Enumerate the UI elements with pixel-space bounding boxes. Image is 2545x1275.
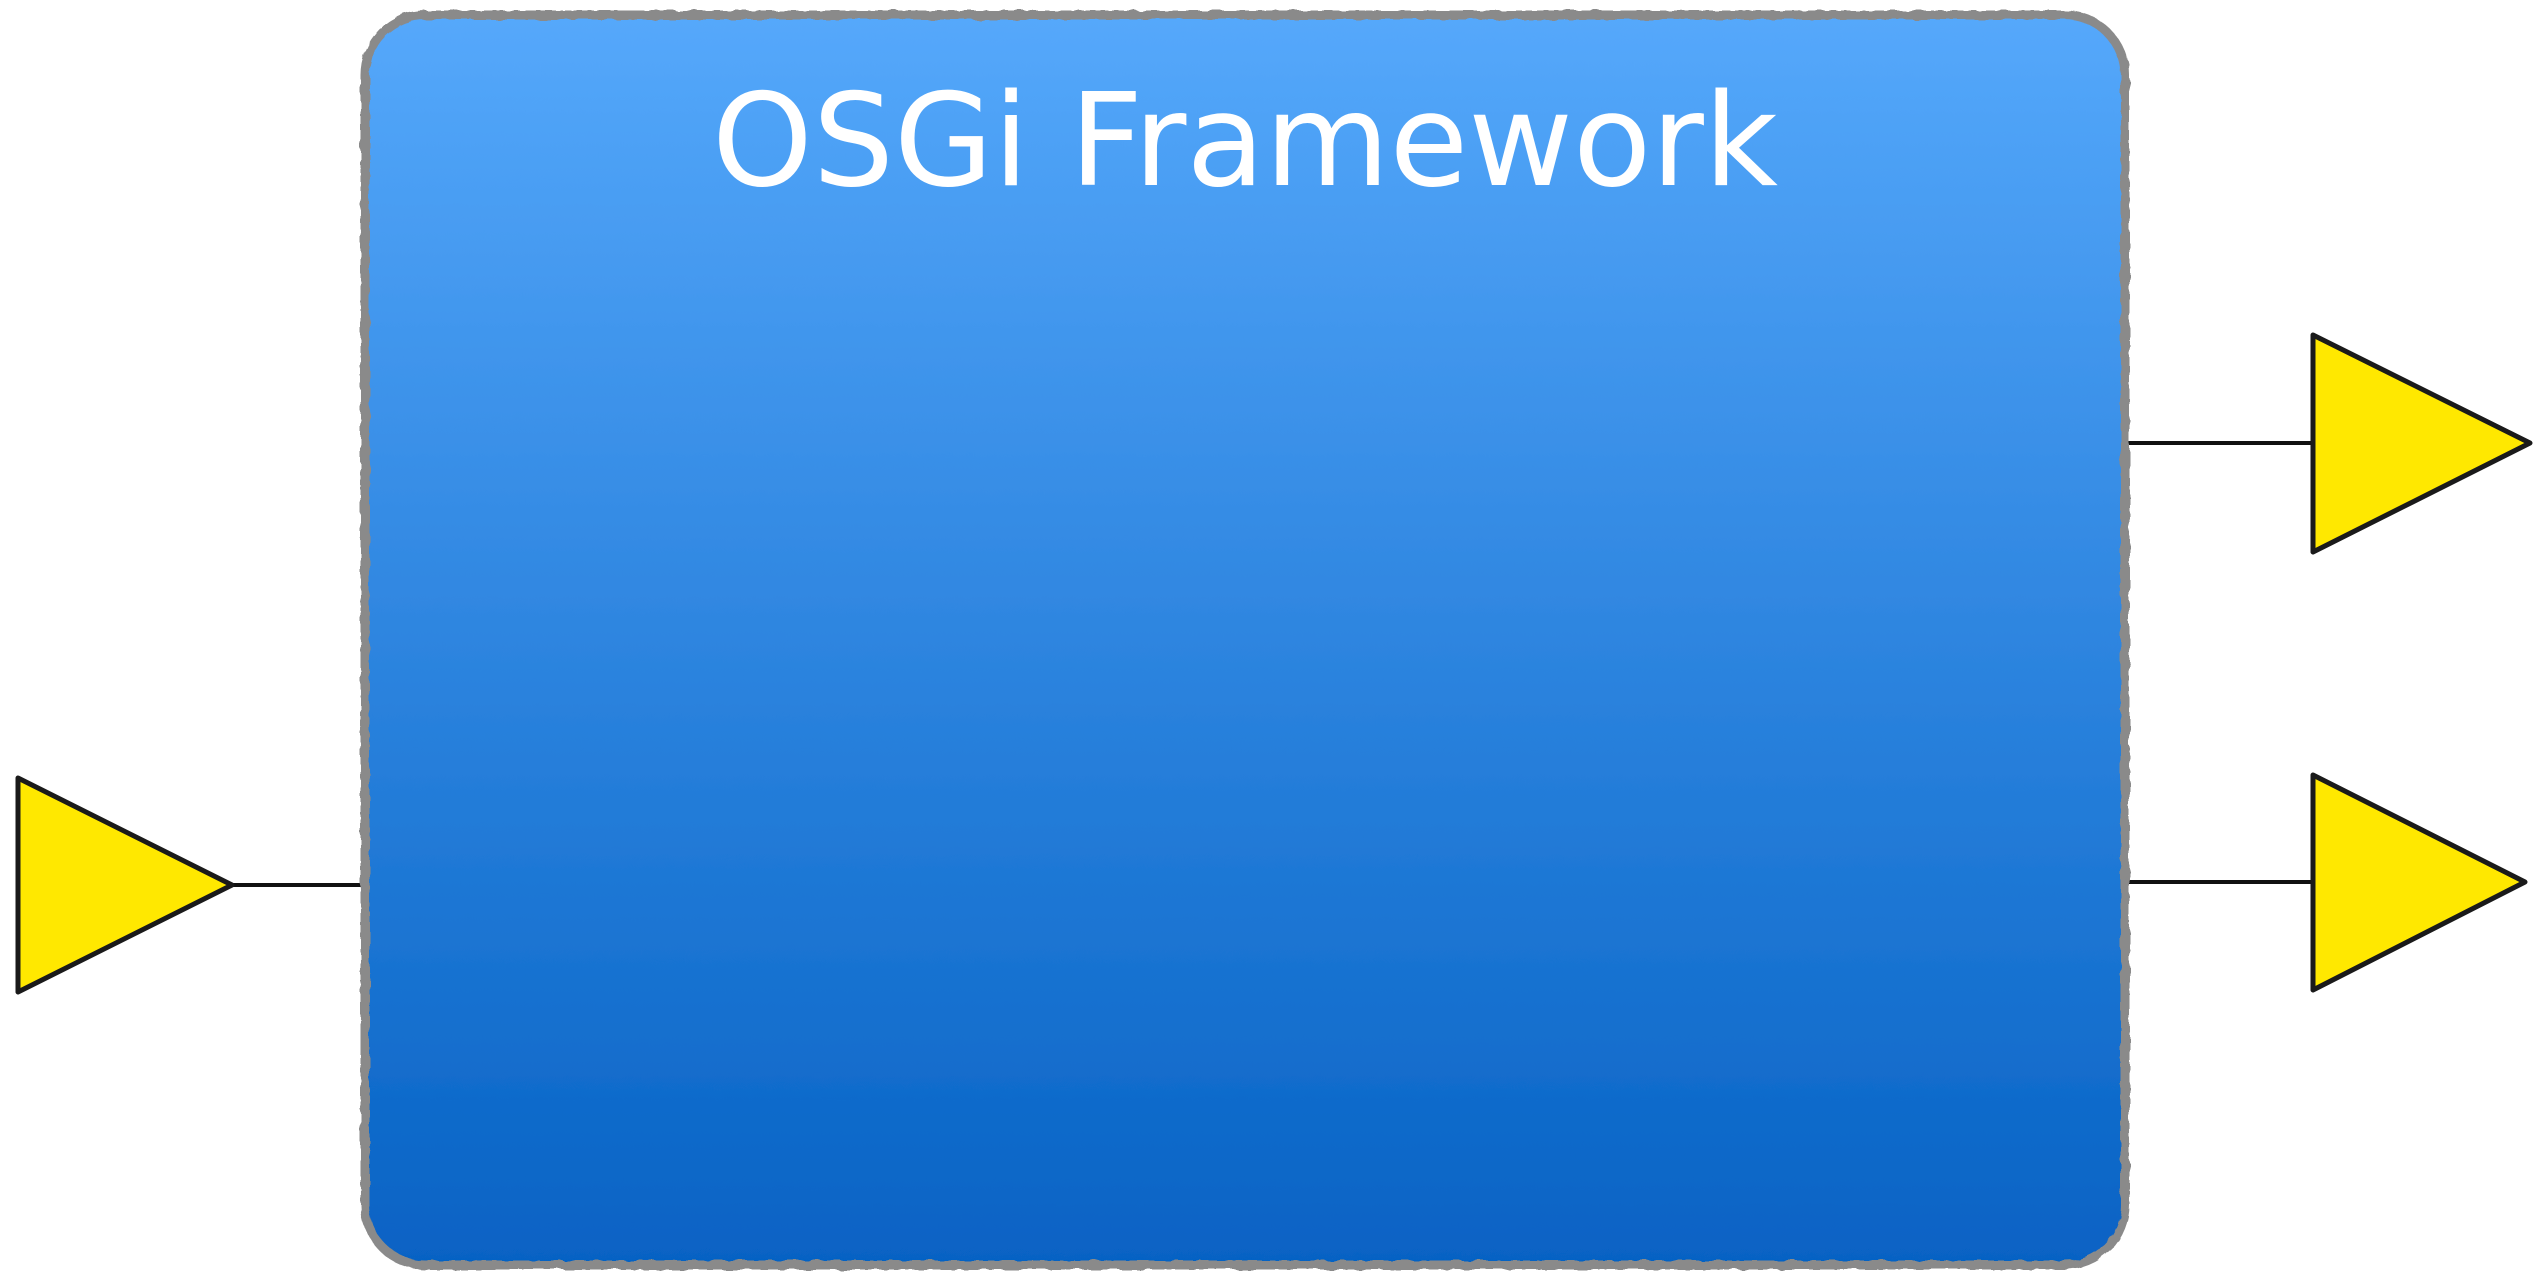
osgi-diagram: OSGi Framework [15,10,2533,1270]
import-port-left-triangle [15,775,235,995]
export-port-right-bottom-triangle [2310,772,2528,993]
framework-title: OSGi Framework [712,67,1778,216]
export-port-right-top-triangle [2310,332,2533,555]
